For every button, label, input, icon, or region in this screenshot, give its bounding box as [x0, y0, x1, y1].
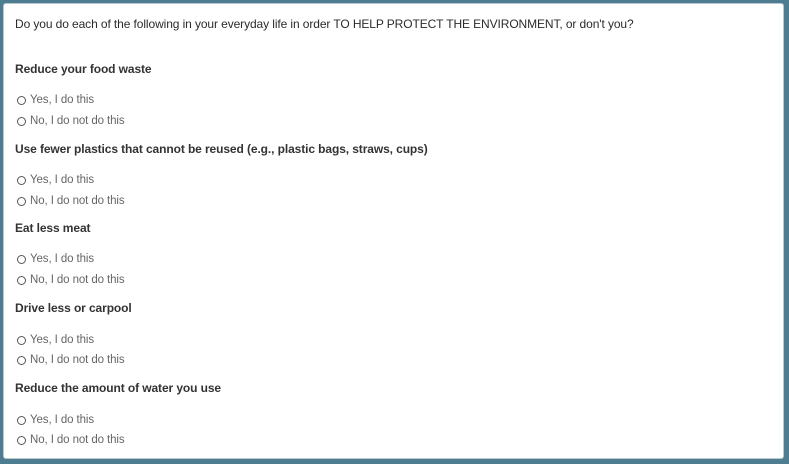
option-label: No, I do not do this — [30, 115, 125, 127]
option-less-meat-yes[interactable]: Yes, I do this — [17, 252, 94, 266]
item-label-fewer-plastics: Use fewer plastics that cannot be reused… — [15, 142, 428, 156]
radio-button-icon[interactable] — [17, 196, 26, 206]
radio-button-icon[interactable] — [17, 254, 26, 264]
option-drive-less-yes[interactable]: Yes, I do this — [17, 333, 94, 347]
option-food-waste-yes[interactable]: Yes, I do this — [17, 93, 94, 107]
option-label: No, I do not do this — [30, 195, 125, 207]
radio-button-icon[interactable] — [17, 415, 26, 425]
option-reduce-water-no[interactable]: No, I do not do this — [17, 433, 125, 447]
option-label: Yes, I do this — [30, 253, 95, 265]
option-fewer-plastics-yes[interactable]: Yes, I do this — [17, 173, 94, 187]
option-label: Yes, I do this — [30, 334, 95, 346]
option-label: No, I do not do this — [30, 274, 125, 286]
item-label-food-waste: Reduce your food waste — [15, 62, 152, 76]
radio-button-icon[interactable] — [17, 435, 26, 445]
item-label-reduce-water: Reduce the amount of water you use — [15, 381, 221, 395]
item-label-drive-less: Drive less or carpool — [15, 301, 132, 315]
option-label: No, I do not do this — [30, 434, 125, 446]
option-less-meat-no[interactable]: No, I do not do this — [17, 273, 125, 287]
radio-button-icon[interactable] — [17, 116, 26, 126]
option-food-waste-no[interactable]: No, I do not do this — [17, 114, 125, 128]
item-label-less-meat: Eat less meat — [15, 221, 91, 235]
option-label: No, I do not do this — [30, 354, 125, 366]
radio-button-icon[interactable] — [17, 335, 26, 345]
survey-panel: Do you do each of the following in your … — [3, 3, 784, 459]
question-text: Do you do each of the following in your … — [15, 17, 634, 31]
option-label: Yes, I do this — [30, 174, 95, 186]
radio-button-icon[interactable] — [17, 355, 26, 365]
option-drive-less-no[interactable]: No, I do not do this — [17, 353, 125, 367]
radio-button-icon[interactable] — [17, 95, 26, 105]
radio-button-icon[interactable] — [17, 275, 26, 285]
radio-button-icon[interactable] — [17, 175, 26, 185]
option-label: Yes, I do this — [30, 94, 95, 106]
option-reduce-water-yes[interactable]: Yes, I do this — [17, 413, 94, 427]
option-fewer-plastics-no[interactable]: No, I do not do this — [17, 194, 125, 208]
option-label: Yes, I do this — [30, 414, 95, 426]
